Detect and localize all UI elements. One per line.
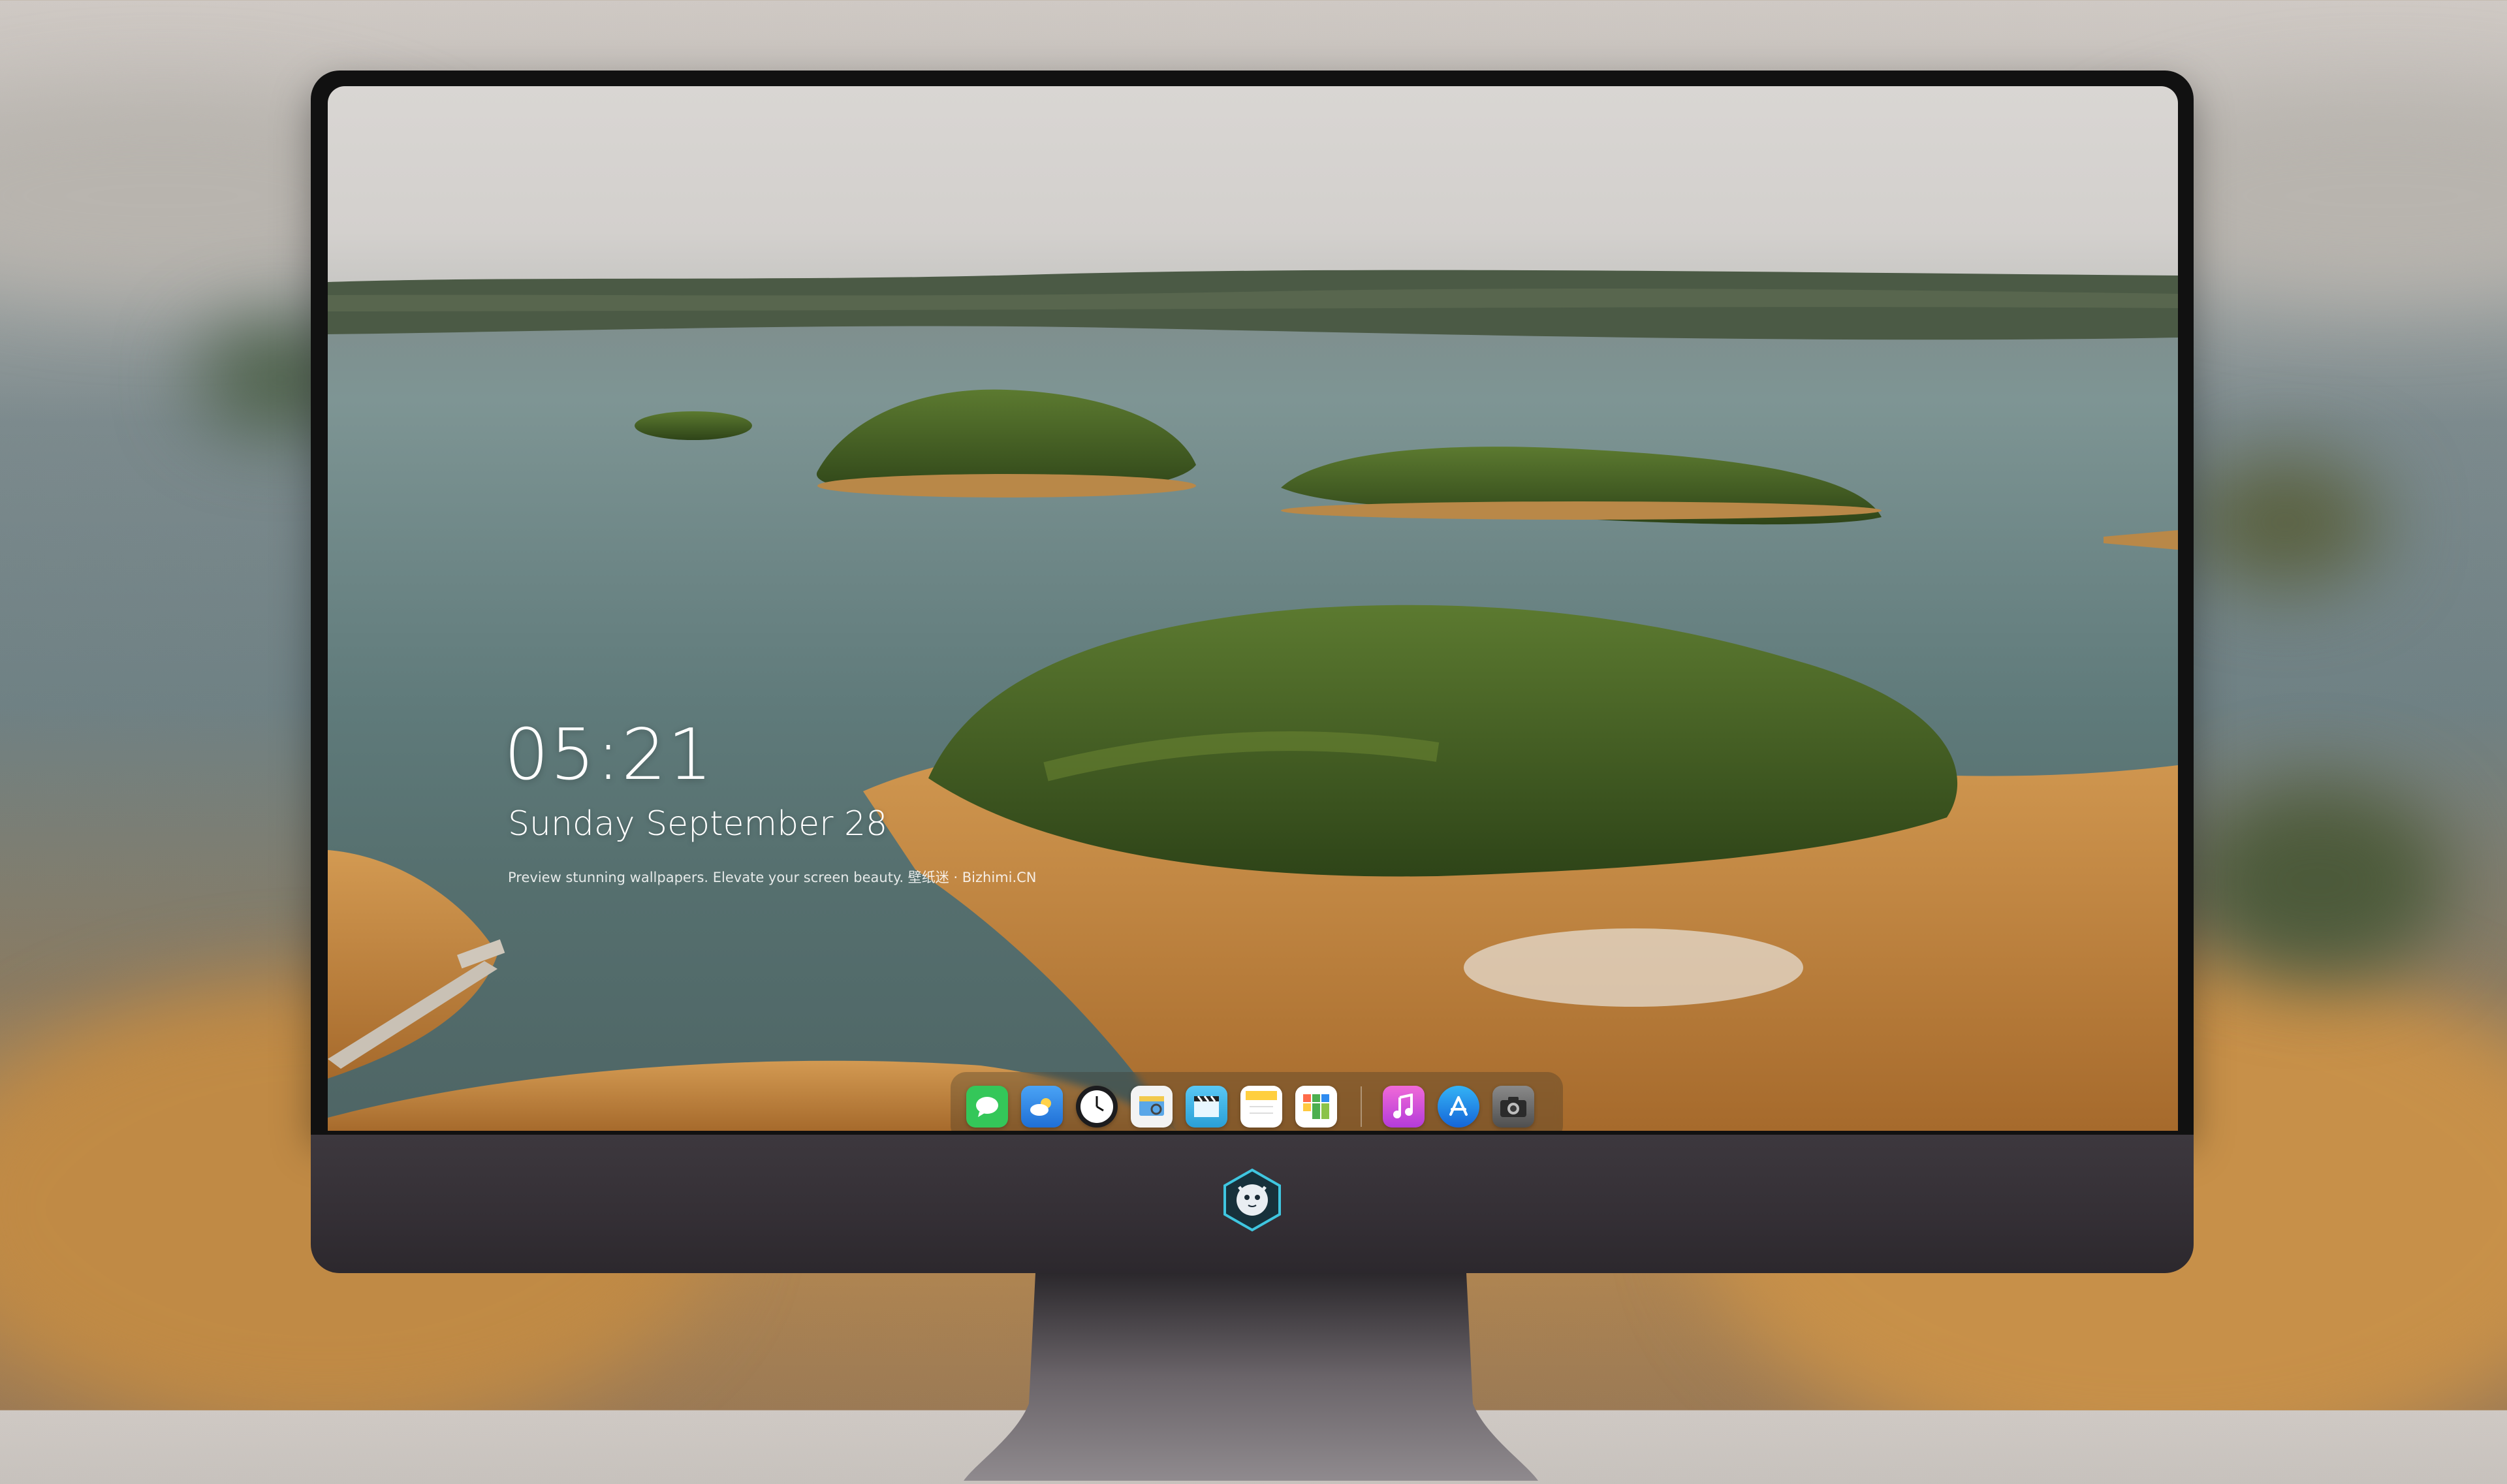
dock-separator: [1361, 1086, 1362, 1127]
app-store-icon[interactable]: [1438, 1086, 1479, 1128]
messages-icon[interactable]: [966, 1086, 1008, 1128]
clips-icon[interactable]: [1186, 1086, 1227, 1128]
itunes-icon[interactable]: [1383, 1086, 1425, 1128]
lockscreen-clock: 05:21: [504, 714, 714, 796]
wallpaper-tagline: Preview stunning wallpapers. Elevate you…: [508, 870, 1037, 885]
dock: [951, 1072, 1563, 1131]
brand-logo-icon: [1220, 1167, 1285, 1233]
weather-icon[interactable]: [1021, 1086, 1063, 1128]
preview-icon[interactable]: [1131, 1086, 1173, 1128]
camera-icon[interactable]: [1492, 1086, 1534, 1128]
monitor-bezel: 05:21 Sunday September 28 Preview stunni…: [311, 71, 2194, 1135]
clock-icon[interactable]: [1076, 1086, 1118, 1128]
numbers-icon[interactable]: [1295, 1086, 1337, 1128]
monitor-stand: [964, 1273, 1538, 1481]
landscape-wallpaper: [328, 270, 2178, 1131]
imac-monitor: 05:21 Sunday September 28 Preview stunni…: [311, 71, 2194, 1481]
notes-icon[interactable]: [1240, 1086, 1282, 1128]
lockscreen-date: Sunday September 28: [508, 804, 888, 844]
desktop-screen: 05:21 Sunday September 28 Preview stunni…: [328, 86, 2178, 1131]
